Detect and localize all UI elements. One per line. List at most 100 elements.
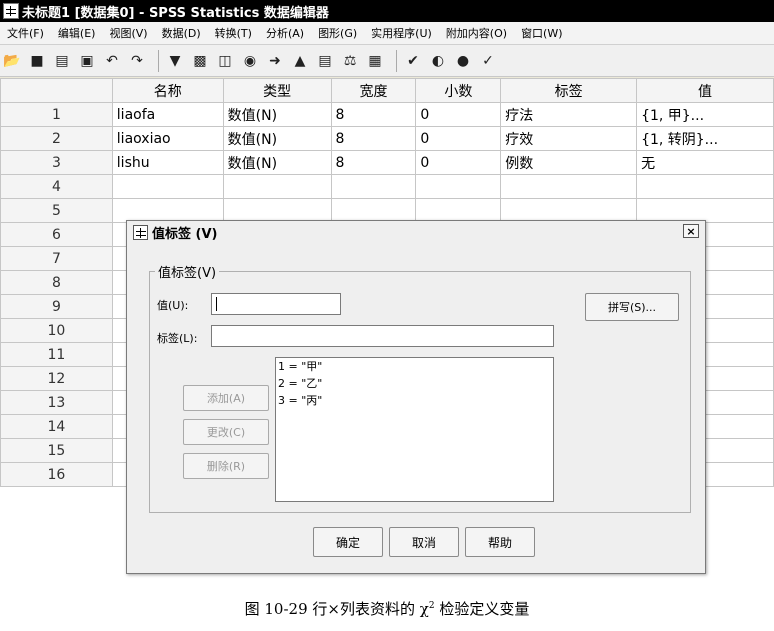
cell-decimals[interactable]: 0 xyxy=(415,102,502,127)
split-file-icon[interactable]: ▤ xyxy=(315,51,335,71)
dialog-title-bar[interactable]: 值标签 (V) × xyxy=(127,221,705,243)
empty-cell[interactable] xyxy=(330,174,417,199)
help-button[interactable]: 帮助 xyxy=(465,527,535,557)
cell-width[interactable]: 8 xyxy=(330,102,417,127)
menu-graphs[interactable]: 图形(G) xyxy=(311,25,364,41)
column-header-width[interactable]: 宽度 xyxy=(330,78,417,103)
cell-type[interactable]: 数值(N) xyxy=(222,150,332,175)
row-header[interactable]: 4 xyxy=(0,174,113,199)
text-caret xyxy=(216,297,217,311)
column-header-decimals[interactable]: 小数 xyxy=(415,78,502,103)
row-header[interactable]: 13 xyxy=(0,390,113,415)
cell-values[interactable]: {1, 甲}... xyxy=(636,102,774,127)
cell-name[interactable]: lishu xyxy=(111,150,224,175)
goto-case-icon[interactable]: ▼ xyxy=(165,51,185,71)
menu-edit[interactable]: 编辑(E) xyxy=(51,25,103,41)
use-sets-icon[interactable]: ◐ xyxy=(428,51,448,71)
menu-file[interactable]: 文件(F) xyxy=(0,25,51,41)
menu-transform[interactable]: 转换(T) xyxy=(208,25,259,41)
column-header-name[interactable]: 名称 xyxy=(111,78,224,103)
find-icon[interactable]: ◉ xyxy=(240,51,260,71)
empty-cell[interactable] xyxy=(111,174,224,199)
empty-cell[interactable] xyxy=(500,174,638,199)
empty-cell[interactable] xyxy=(636,198,774,223)
row-header[interactable]: 8 xyxy=(0,270,113,295)
empty-cell[interactable] xyxy=(222,198,332,223)
empty-cell[interactable] xyxy=(415,174,502,199)
cell-width[interactable]: 8 xyxy=(330,126,417,151)
column-header-type[interactable]: 类型 xyxy=(222,78,332,103)
row-header[interactable]: 16 xyxy=(0,462,113,487)
menu-window[interactable]: 窗口(W) xyxy=(514,25,569,41)
column-header-values[interactable]: 值 xyxy=(636,78,774,103)
add-button[interactable]: 添加(A) xyxy=(183,385,269,411)
empty-cell[interactable] xyxy=(330,198,417,223)
row-header[interactable]: 10 xyxy=(0,318,113,343)
open-folder-icon[interactable]: 📂 xyxy=(2,51,22,71)
row-header[interactable]: 12 xyxy=(0,366,113,391)
close-icon[interactable]: × xyxy=(683,224,699,238)
row-header[interactable]: 2 xyxy=(0,126,113,151)
cancel-button[interactable]: 取消 xyxy=(389,527,459,557)
change-button[interactable]: 更改(C) xyxy=(183,419,269,445)
cell-width[interactable]: 8 xyxy=(330,150,417,175)
menu-addons[interactable]: 附加内容(O) xyxy=(439,25,514,41)
row-header[interactable]: 7 xyxy=(0,246,113,271)
toolbar: 📂 ■ ▤ ▣ ↶ ↷ ▼ ▩ ◫ ◉ ➜ ▲ ▤ ⚖ ▦ ✔ ◐ ● ✓ xyxy=(0,45,774,77)
save-icon[interactable]: ■ xyxy=(27,51,47,71)
cell-values[interactable]: 无 xyxy=(636,150,774,175)
goto-variable-icon[interactable]: ▩ xyxy=(190,51,210,71)
list-item[interactable]: 3 = "丙" xyxy=(276,392,553,409)
empty-cell[interactable] xyxy=(111,198,224,223)
empty-cell[interactable] xyxy=(500,198,638,223)
select-cases-icon[interactable]: ▦ xyxy=(365,51,385,71)
spell-button[interactable]: 拼写(S)... xyxy=(585,293,679,321)
cell-label[interactable]: 疗法 xyxy=(500,102,638,127)
ok-button[interactable]: 确定 xyxy=(313,527,383,557)
value-labels-list[interactable]: 1 = "甲" 2 = "乙" 3 = "丙" xyxy=(275,357,554,502)
cell-decimals[interactable]: 0 xyxy=(415,126,502,151)
toolbar-separator xyxy=(158,49,159,72)
cell-values[interactable]: {1, 转阴}... xyxy=(636,126,774,151)
row-header[interactable]: 15 xyxy=(0,438,113,463)
column-header-label[interactable]: 标签 xyxy=(500,78,638,103)
row-header[interactable]: 6 xyxy=(0,222,113,247)
variables-icon[interactable]: ◫ xyxy=(215,51,235,71)
cell-decimals[interactable]: 0 xyxy=(415,150,502,175)
corner-cell[interactable] xyxy=(0,78,113,103)
cell-type[interactable]: 数值(N) xyxy=(222,126,332,151)
dialog-recall-icon[interactable]: ▣ xyxy=(77,51,97,71)
cell-name[interactable]: liaofa xyxy=(111,102,224,127)
row-header[interactable]: 11 xyxy=(0,342,113,367)
empty-cell[interactable] xyxy=(222,174,332,199)
list-item[interactable]: 2 = "乙" xyxy=(276,375,553,392)
row-header[interactable]: 1 xyxy=(0,102,113,127)
insert-variable-icon[interactable]: ▲ xyxy=(290,51,310,71)
menu-data[interactable]: 数据(D) xyxy=(155,25,208,41)
undo-icon[interactable]: ↶ xyxy=(102,51,122,71)
label-input[interactable] xyxy=(211,325,554,347)
list-item[interactable]: 1 = "甲" xyxy=(276,358,553,375)
value-input[interactable] xyxy=(211,293,341,315)
cell-name[interactable]: liaoxiao xyxy=(111,126,224,151)
show-all-variables-icon[interactable]: ● xyxy=(453,51,473,71)
row-header[interactable]: 14 xyxy=(0,414,113,439)
redo-icon[interactable]: ↷ xyxy=(127,51,147,71)
value-labels-icon[interactable]: ✔ xyxy=(403,51,423,71)
delete-button[interactable]: 删除(R) xyxy=(183,453,269,479)
cell-label[interactable]: 疗效 xyxy=(500,126,638,151)
cell-label[interactable]: 例数 xyxy=(500,150,638,175)
row-header[interactable]: 9 xyxy=(0,294,113,319)
empty-cell[interactable] xyxy=(415,198,502,223)
menu-utilities[interactable]: 实用程序(U) xyxy=(364,25,439,41)
row-header[interactable]: 5 xyxy=(0,198,113,223)
print-icon[interactable]: ▤ xyxy=(52,51,72,71)
insert-cases-icon[interactable]: ➜ xyxy=(265,51,285,71)
empty-cell[interactable] xyxy=(636,174,774,199)
cell-type[interactable]: 数值(N) xyxy=(222,102,332,127)
row-header[interactable]: 3 xyxy=(0,150,113,175)
menu-analyze[interactable]: 分析(A) xyxy=(259,25,311,41)
weight-cases-icon[interactable]: ⚖ xyxy=(340,51,360,71)
spell-check-icon[interactable]: ✓ xyxy=(478,51,498,71)
menu-view[interactable]: 视图(V) xyxy=(102,25,154,41)
